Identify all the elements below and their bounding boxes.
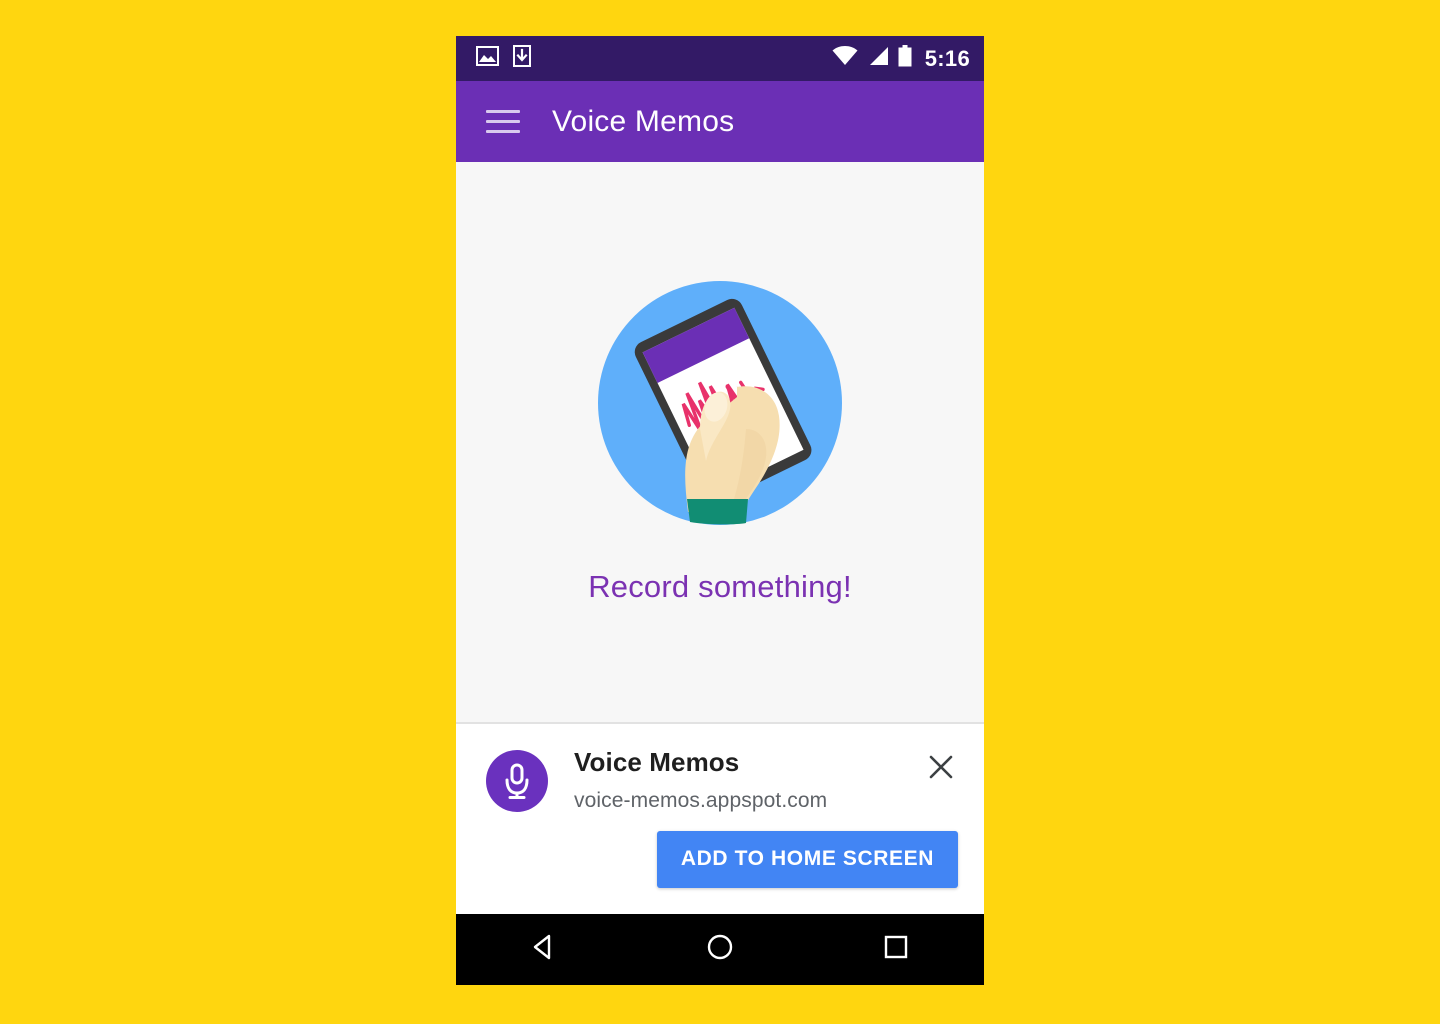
status-bar: 5:16 bbox=[456, 36, 984, 81]
circle-home-icon bbox=[705, 932, 735, 967]
banner-actions: ADD TO HOME SCREEN bbox=[486, 830, 958, 888]
empty-state: Record something! bbox=[456, 162, 984, 722]
menu-line bbox=[486, 120, 520, 123]
add-to-home-screen-banner: Voice Memos voice-memos.appspot.com ADD … bbox=[456, 722, 984, 914]
back-button[interactable] bbox=[509, 914, 579, 985]
battery-icon bbox=[898, 45, 912, 72]
banner-text-block: Voice Memos voice-memos.appspot.com bbox=[574, 744, 914, 813]
page-title: Voice Memos bbox=[552, 104, 735, 138]
download-icon bbox=[513, 45, 531, 72]
status-bar-left-icons bbox=[476, 45, 531, 72]
microphone-icon bbox=[486, 750, 548, 812]
app-toolbar: Voice Memos bbox=[456, 81, 984, 162]
add-to-home-screen-button[interactable]: ADD TO HOME SCREEN bbox=[656, 830, 958, 888]
empty-state-message: Record something! bbox=[588, 569, 852, 604]
home-button[interactable] bbox=[685, 914, 755, 985]
phone-screen: 5:16 Voice Memos Record something! Voice… bbox=[456, 36, 984, 985]
screenshot-image-icon bbox=[476, 46, 499, 71]
square-recents-icon bbox=[881, 932, 911, 967]
triangle-back-icon bbox=[529, 932, 559, 967]
menu-line bbox=[486, 130, 520, 133]
close-icon[interactable] bbox=[924, 750, 958, 784]
wifi-icon bbox=[832, 46, 858, 71]
hand-holding-phone-recording-illustration bbox=[596, 281, 844, 527]
hamburger-menu-icon[interactable] bbox=[486, 107, 522, 137]
cellular-signal-icon bbox=[867, 46, 889, 71]
banner-app-title: Voice Memos bbox=[574, 747, 740, 777]
recents-button[interactable] bbox=[861, 914, 931, 985]
menu-line bbox=[486, 110, 520, 113]
banner-app-origin: voice-memos.appspot.com bbox=[574, 788, 828, 812]
banner-header: Voice Memos voice-memos.appspot.com bbox=[486, 744, 958, 813]
status-bar-right-icons: 5:16 bbox=[832, 45, 970, 72]
status-bar-clock: 5:16 bbox=[924, 45, 970, 71]
android-navigation-bar bbox=[456, 914, 984, 985]
